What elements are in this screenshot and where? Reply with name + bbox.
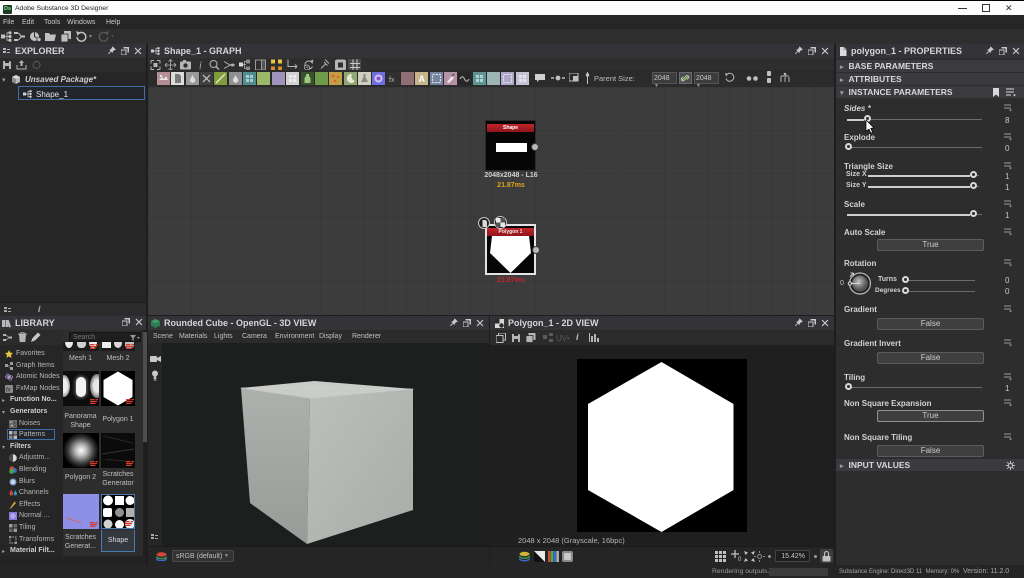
svg-text:▾: ▾ bbox=[567, 336, 570, 342]
svg-text:UV: UV bbox=[556, 334, 568, 343]
svg-text:A: A bbox=[419, 74, 426, 84]
svg-text:0: 0 bbox=[738, 557, 742, 562]
svg-text:fx: fx bbox=[389, 77, 395, 84]
